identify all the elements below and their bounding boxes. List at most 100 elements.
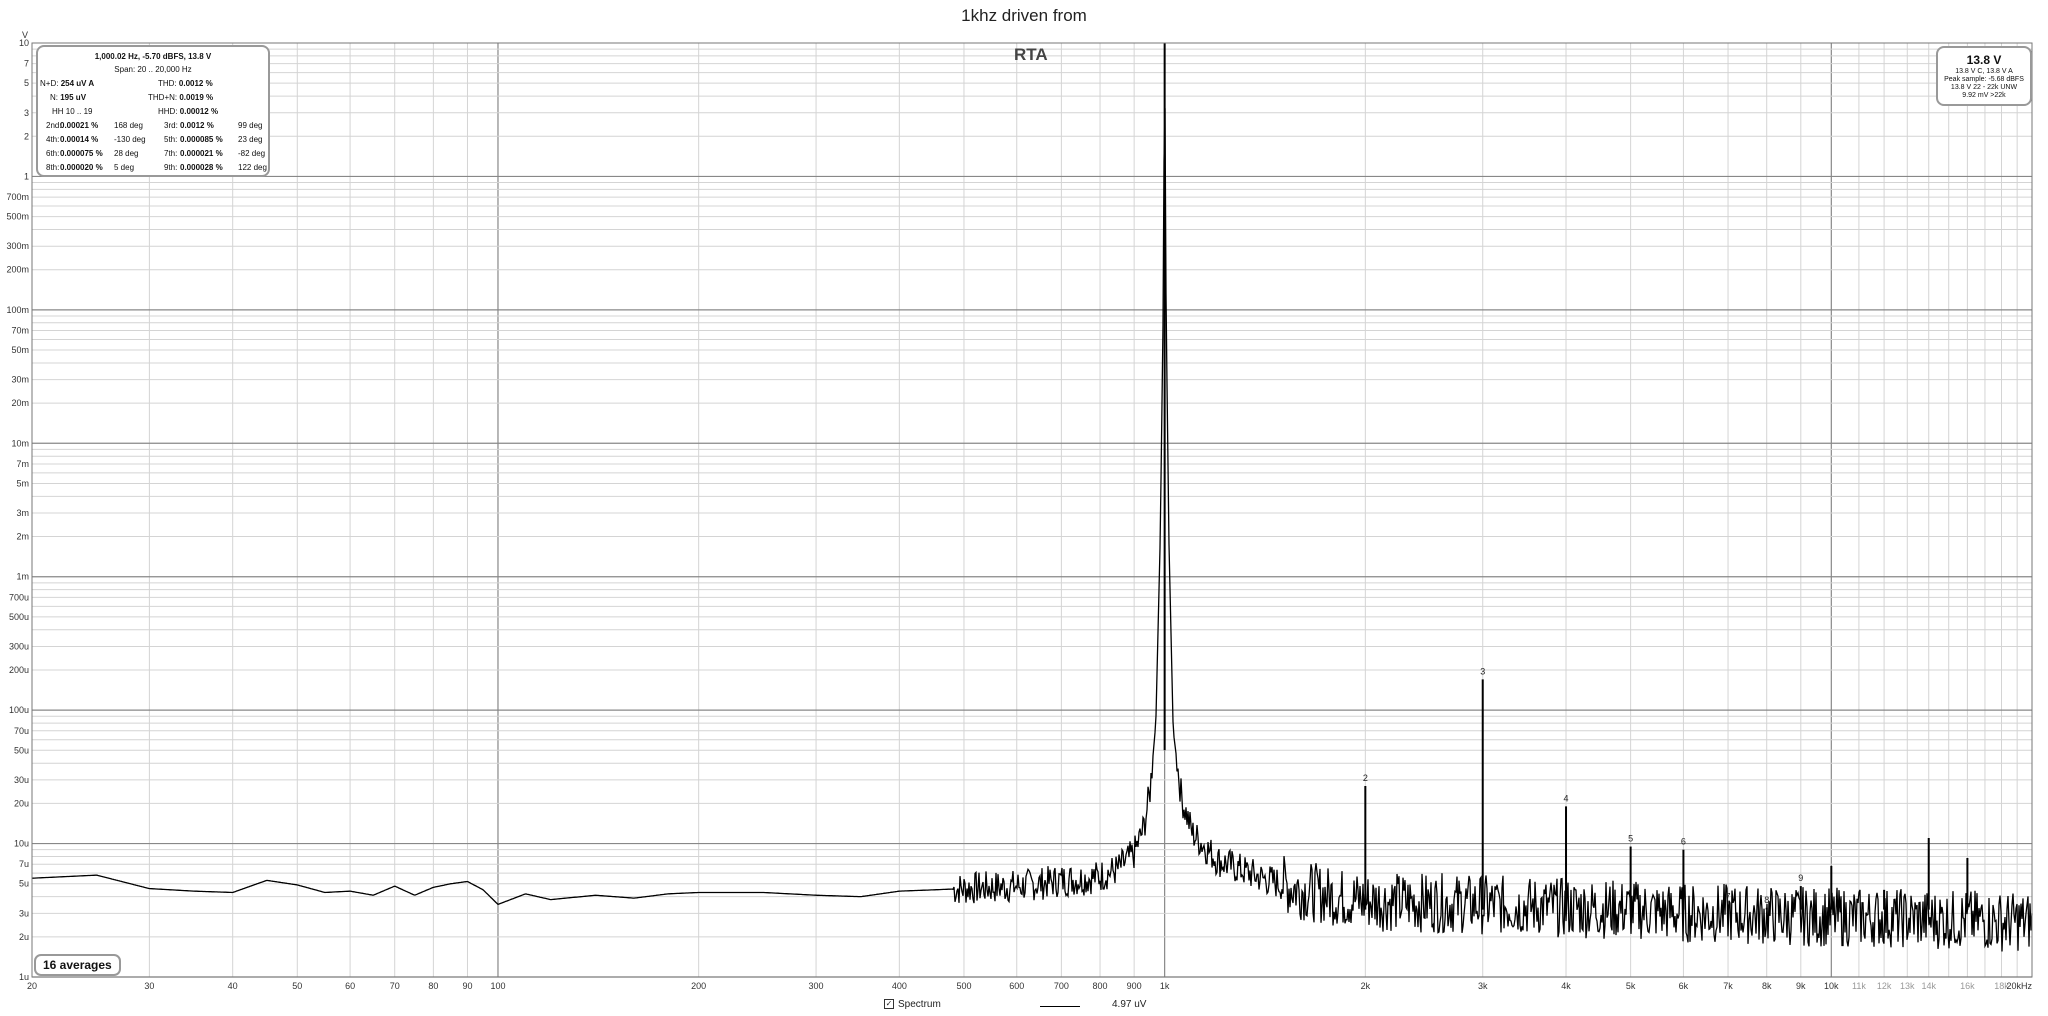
- x-tick-label: 13k: [1900, 981, 1915, 991]
- spectrum-checkbox[interactable]: ✓: [884, 999, 894, 1010]
- x-tick-label: 100: [490, 981, 505, 991]
- y-tick-label: 50m: [11, 345, 29, 355]
- x-tick-label: 20: [27, 981, 37, 991]
- y-tick-label: 20u: [14, 798, 29, 808]
- x-tick-label: 4k: [1561, 981, 1571, 991]
- x-tick-label: 80: [428, 981, 438, 991]
- harmonic-label: 6: [1681, 837, 1686, 847]
- y-tick-label: 70m: [11, 326, 29, 336]
- distortion-stats-panel[interactable]: 1,000.02 Hz, -5.70 dBFS, 13.8 V Span: 20…: [36, 45, 270, 177]
- voltage-line-3: 13.8 V 22 - 22k UNW: [1950, 84, 2018, 91]
- nd-label: N+D:: [40, 79, 59, 88]
- harmonic-label: 9: [1798, 873, 1803, 883]
- y-tick-label: 7m: [16, 459, 29, 469]
- spectrum-plot[interactable]: 1075321700m500m300m200m100m70m50m30m20m1…: [0, 0, 2048, 1016]
- thdn-label: THD+N:: [148, 93, 178, 102]
- harmonic-row-v2: 0.000028 %: [180, 163, 223, 172]
- harmonic-row-v2: 0.000085 %: [180, 135, 223, 144]
- x-tick-label: 90: [462, 981, 472, 991]
- y-axis-ticks: 1075321700m500m300m200m100m70m50m30m20m1…: [6, 30, 29, 982]
- x-tick-label: 30: [144, 981, 154, 991]
- x-tick-label: 40: [228, 981, 238, 991]
- x-tick-label: 7k: [1723, 981, 1733, 991]
- voltage-panel[interactable]: 13.8 V 13.8 V C, 13.8 V A Peak sample: -…: [1936, 46, 2032, 106]
- y-tick-label: 100m: [6, 305, 29, 315]
- grid-lines: [31, 43, 2033, 978]
- y-tick-label: 3u: [19, 908, 29, 918]
- thd-label: THD:: [158, 79, 177, 88]
- y-tick-label: 50u: [14, 745, 29, 755]
- harmonic-row-d2: 99 deg: [238, 121, 263, 130]
- harmonic-row-v2: 0.0012 %: [180, 121, 214, 130]
- x-tick-label: 200: [691, 981, 706, 991]
- y-tick-label: 1m: [16, 572, 29, 582]
- harmonic-label: 5: [1628, 834, 1633, 844]
- voltage-line-2: Peak sample: -5.68 dBFS: [1944, 76, 2024, 83]
- spectrum-line: [32, 108, 2033, 952]
- x-tick-label: 1k: [1160, 981, 1170, 991]
- y-tick-label: 200u: [9, 665, 29, 675]
- x-tick-label: 14k: [1921, 981, 1936, 991]
- harmonic-label: 2: [1363, 773, 1368, 783]
- y-tick-label: 300m: [6, 241, 29, 251]
- y-tick-label: 2u: [19, 932, 29, 942]
- harmonic-row-d2: -82 deg: [238, 149, 266, 158]
- nd-value: 254 uV A: [60, 79, 95, 88]
- y-tick-label: 700m: [6, 192, 29, 202]
- y-unit-label: V: [22, 30, 28, 40]
- y-tick-label: 20m: [11, 398, 29, 408]
- hhd-label: HHD:: [158, 107, 178, 116]
- y-tick-label: 2m: [16, 532, 29, 542]
- harmonic-row-v1: 0.000020 %: [60, 163, 103, 172]
- x-tick-label: 50: [292, 981, 302, 991]
- x-tick-label: 10k: [1824, 981, 1839, 991]
- y-tick-label: 7: [24, 59, 29, 69]
- x-tick-label: 6k: [1679, 981, 1689, 991]
- plot-frame: [31, 42, 2033, 978]
- harmonic-row-l2: 3rd:: [164, 121, 178, 130]
- averages-badge[interactable]: 16 averages: [34, 954, 121, 976]
- y-tick-label: 7u: [19, 859, 29, 869]
- harmonic-row-d2: 23 deg: [238, 135, 263, 144]
- y-tick-label: 30m: [11, 375, 29, 385]
- harmonic-row-l1: 4th:: [46, 135, 60, 144]
- y-tick-label: 300u: [9, 641, 29, 651]
- x-tick-label: 12k: [1877, 981, 1892, 991]
- hh-label: HH 10 .. 19: [52, 107, 93, 116]
- x-axis-ticks: 20 30 40 50 60 70 80 90 100 200 300 400 500 600 700 800…: [27, 981, 2033, 991]
- n-value: 195 uV: [60, 93, 87, 102]
- y-tick-label: 3m: [16, 508, 29, 518]
- stats-header: 1,000.02 Hz, -5.70 dBFS, 13.8 V: [94, 52, 212, 61]
- x-tick-label: 300: [809, 981, 824, 991]
- harmonic-row-v1: 0.000075 %: [60, 149, 103, 158]
- harmonic-label: 3: [1480, 666, 1485, 676]
- x-tick-label: 900: [1127, 981, 1142, 991]
- harmonic-row-d2: 122 deg: [238, 163, 267, 172]
- harmonic-row-d1: 5 deg: [114, 163, 135, 172]
- y-tick-label: 10m: [11, 438, 29, 448]
- n-label: N:: [50, 93, 58, 102]
- x-tick-label: 400: [892, 981, 907, 991]
- harmonic-row-l2: 9th:: [164, 163, 178, 172]
- voltage-reading: 13.8 V: [1966, 53, 2002, 67]
- x-tick-label: 3k: [1478, 981, 1488, 991]
- harmonic-label: 8: [1764, 895, 1769, 905]
- x-tick-label: 8k: [1762, 981, 1772, 991]
- harmonic-row-v2: 0.000021 %: [180, 149, 223, 158]
- x-tick-label: 700: [1054, 981, 1069, 991]
- y-tick-label: 1: [24, 171, 29, 181]
- x-tick-label: 11k: [1852, 981, 1866, 991]
- legend-line-swatch: [1040, 1006, 1080, 1007]
- harmonic-row-d1: -130 deg: [114, 135, 146, 144]
- x-tick-label: 20kHz: [2006, 981, 2032, 991]
- thd-value: 0.0012 %: [178, 79, 213, 88]
- x-tick-label: 16k: [1960, 981, 1975, 991]
- legend-spectrum[interactable]: ✓ Spectrum: [884, 999, 941, 1010]
- y-tick-label: 100u: [9, 705, 29, 715]
- legend-label: Spectrum: [898, 999, 941, 1010]
- y-tick-label: 5m: [16, 478, 29, 488]
- x-tick-label: 500: [956, 981, 971, 991]
- harmonic-label: 4: [1564, 793, 1569, 803]
- x-tick-label: 60: [345, 981, 355, 991]
- x-tick-label: 2k: [1361, 981, 1371, 991]
